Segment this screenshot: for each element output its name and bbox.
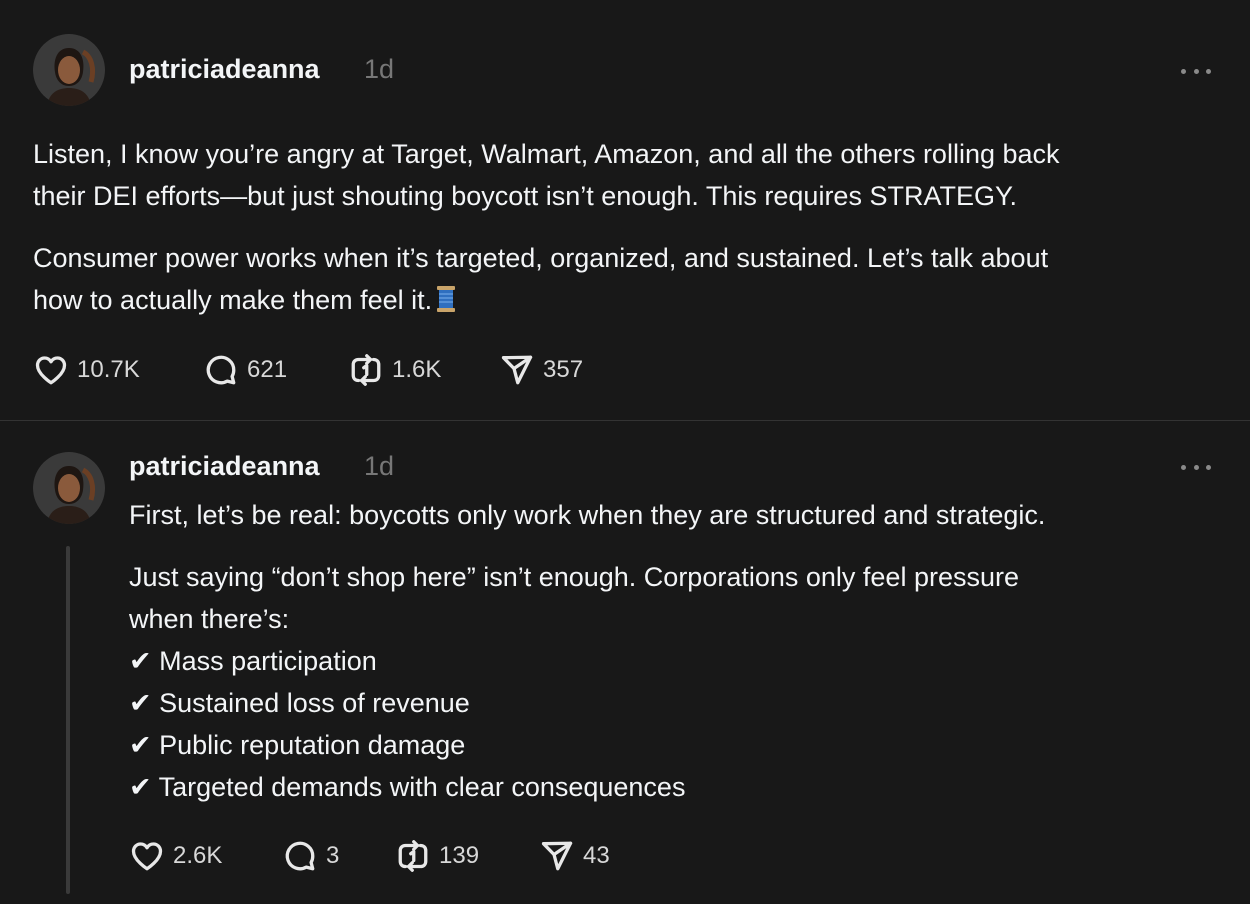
avatar[interactable]	[33, 34, 105, 106]
like-count: 2.6K	[173, 842, 223, 869]
repost-button[interactable]: 1.6K	[348, 350, 441, 390]
share-count: 357	[543, 356, 584, 383]
text-line: their DEI efforts—but just shouting boyc…	[33, 181, 1017, 211]
reply-button[interactable]: 3	[282, 836, 339, 876]
share-button[interactable]: 43	[539, 836, 610, 876]
avatar[interactable]	[33, 452, 105, 524]
avatar-image	[33, 34, 105, 106]
text-line: Listen, I know you’re angry at Target, W…	[33, 139, 1060, 169]
checklist-item: ✔ Targeted demands with clear consequenc…	[129, 772, 686, 802]
share-icon	[541, 841, 573, 871]
post-timestamp: 1d	[364, 451, 395, 481]
checklist-item: ✔ Public reputation damage	[129, 730, 466, 760]
repost-icon	[351, 354, 381, 386]
post-paragraph: Just saying “don’t shop here” isn’t enou…	[129, 556, 1019, 808]
repost-count: 139	[439, 842, 480, 869]
thread-connector-line	[66, 546, 70, 894]
more-icon[interactable]	[1181, 65, 1211, 77]
reply-button[interactable]: 621	[203, 350, 287, 390]
like-button[interactable]: 2.6K	[129, 836, 222, 876]
avatar-image	[33, 452, 105, 524]
reply-count: 3	[326, 842, 340, 869]
checklist-item: ✔ Mass participation	[129, 646, 377, 676]
text-line: First, let’s be real: boycotts only work…	[129, 500, 1046, 530]
more-icon[interactable]	[1181, 461, 1211, 473]
post-actions: 10.7K 621 1.6K 357	[33, 350, 633, 390]
post-actions: 2.6K 3 139 43	[129, 836, 689, 876]
like-button[interactable]: 10.7K	[33, 350, 140, 390]
text-line: when there’s:	[129, 604, 290, 634]
post-paragraph: Listen, I know you’re angry at Target, W…	[33, 133, 1060, 217]
post-username[interactable]: patriciadeanna	[129, 54, 320, 85]
threads-feed: patriciadeanna 1d Listen, I know you’re …	[0, 0, 1250, 904]
comment-icon	[206, 355, 236, 385]
repost-button[interactable]: 139	[395, 836, 479, 876]
text-line: how to actually make them feel it.	[33, 285, 433, 315]
share-icon	[501, 355, 533, 385]
heart-icon	[35, 356, 67, 385]
reply-count: 621	[247, 356, 288, 383]
text-line: Just saying “don’t shop here” isn’t enou…	[129, 562, 1019, 592]
post-paragraph: First, let’s be real: boycotts only work…	[129, 494, 1045, 536]
comment-icon	[285, 841, 315, 871]
repost-icon	[398, 840, 428, 872]
like-count: 10.7K	[77, 356, 140, 383]
heart-icon	[131, 842, 163, 871]
text-line-with-emoji: how to actually make them feel it.	[33, 279, 1048, 321]
thread-spool-icon	[437, 286, 456, 312]
post-username[interactable]: patriciadeanna	[129, 451, 320, 482]
share-count: 43	[583, 842, 610, 869]
post-divider	[0, 420, 1250, 421]
post-paragraph: Consumer power works when it’s targeted,…	[33, 237, 1048, 321]
repost-count: 1.6K	[392, 356, 442, 383]
share-button[interactable]: 357	[499, 350, 583, 390]
text-line: Consumer power works when it’s targeted,…	[33, 243, 1049, 273]
post-timestamp: 1d	[364, 54, 395, 84]
checklist-item: ✔ Sustained loss of revenue	[129, 688, 470, 718]
